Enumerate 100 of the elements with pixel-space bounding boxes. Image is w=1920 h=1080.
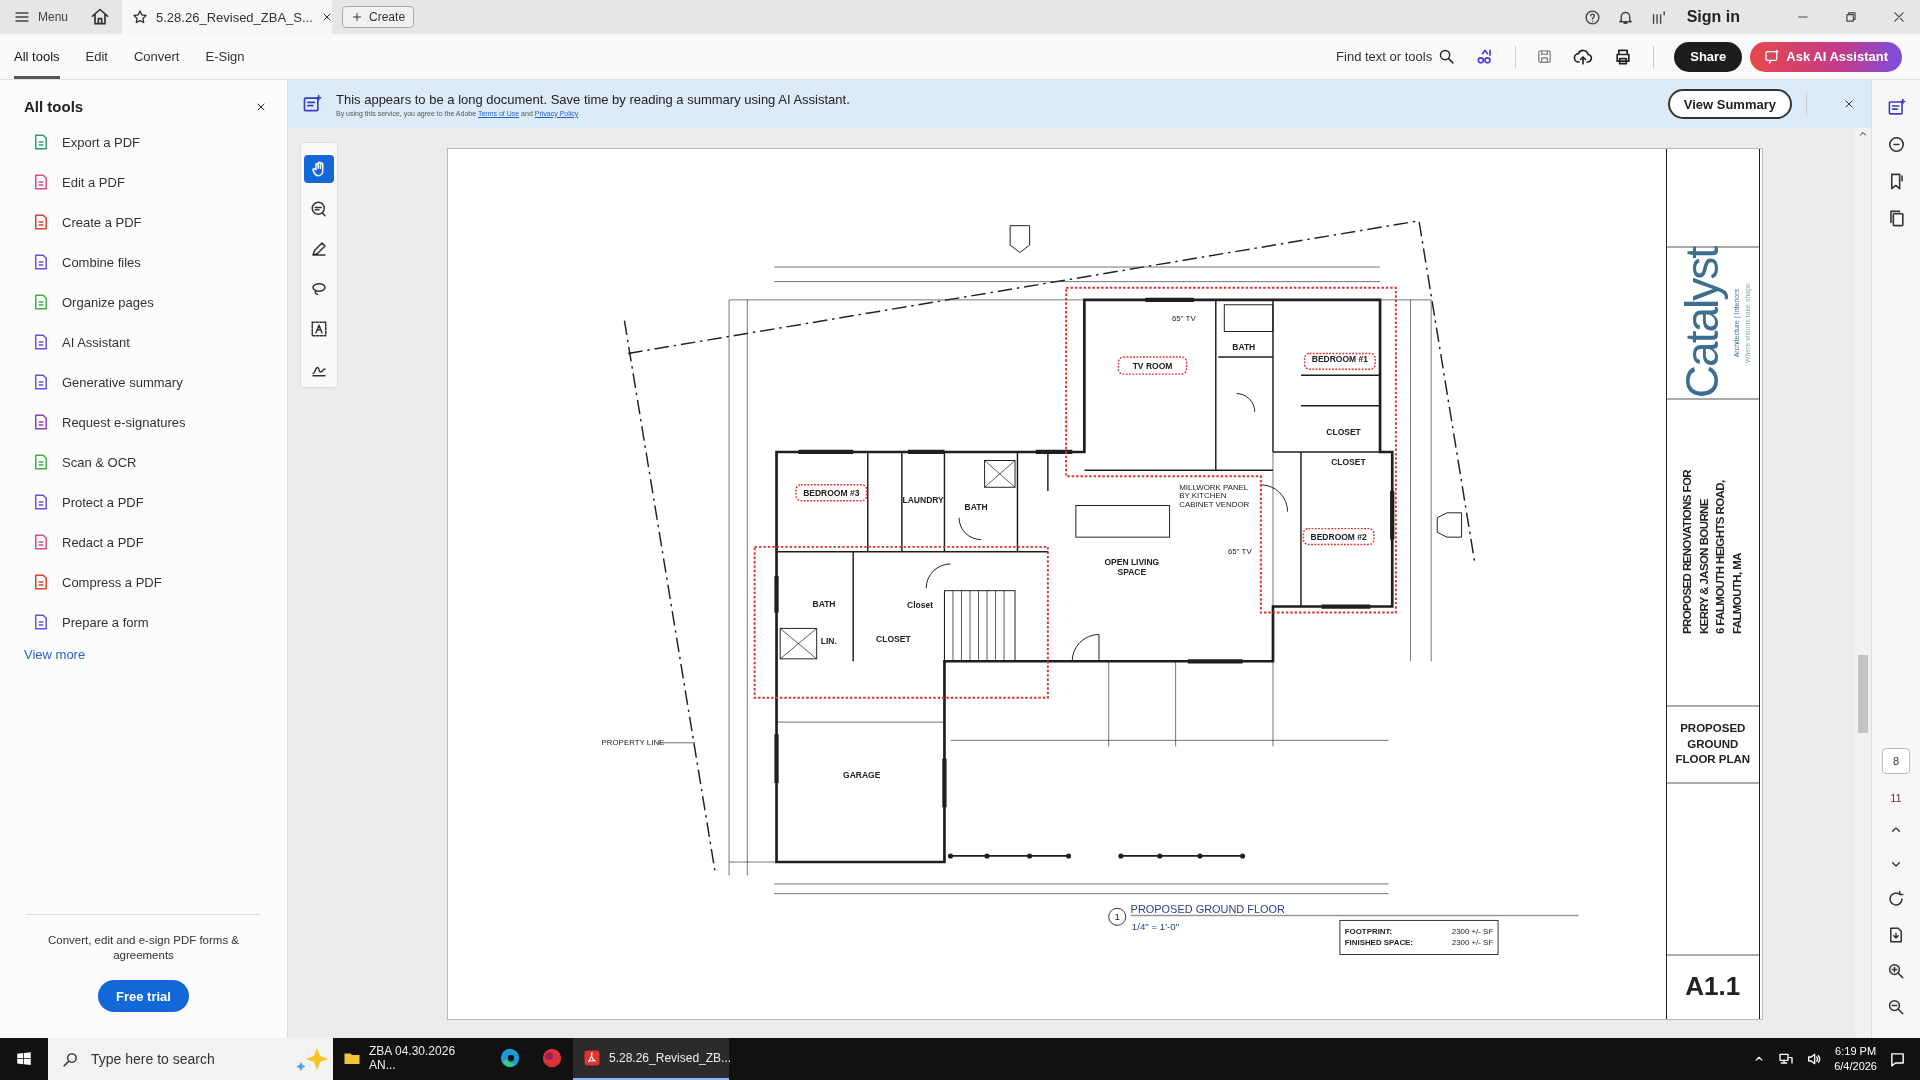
room-label: BATH [812,598,836,609]
tool-item[interactable]: Protect a PDF [32,491,287,513]
browser-icon [499,1047,521,1069]
tool-item[interactable]: Create a PDF [32,211,287,233]
room-label: CLOSET [876,633,911,644]
tool-item[interactable]: Organize pages [32,291,287,313]
close-icon[interactable] [1892,10,1906,24]
pen-tool-icon [310,240,328,258]
area-value: 2300 +/- SF [1451,926,1494,936]
share-button[interactable]: Share [1674,41,1743,72]
area-label: FOOTPRINT: [1344,926,1393,936]
room-label: GARAGE [843,770,881,781]
taskbar-app[interactable]: ZBA 04.30.2026 AN... [333,1038,489,1080]
scrollbar-thumb[interactable] [1858,655,1868,733]
save-icon[interactable] [1536,48,1554,65]
banner-message: This appears to be a long document. Save time by reading a summary using AI Assistant. [336,91,850,107]
leader-line [658,742,696,744]
view-more-link[interactable]: View more [24,647,86,662]
toolbar-tab[interactable]: Edit [85,34,108,79]
room-label: BATH [964,502,988,513]
page-export-icon[interactable] [1887,926,1905,944]
summary-icon[interactable] [1886,98,1906,117]
room-label: TV ROOM [1132,361,1173,372]
tool-item[interactable]: Compress a PDF [32,571,287,593]
star-icon[interactable] [132,9,149,25]
network-icon[interactable] [1778,1051,1795,1067]
sign-in-button[interactable]: Sign in [1686,8,1740,26]
taskbar-search-field[interactable]: Type here to search [48,1038,333,1080]
tool-item[interactable]: Export a PDF [32,131,287,153]
summary-icon [302,94,322,114]
firm-logo: Catalyst [1674,247,1729,399]
document-tab[interactable]: 5.28.26_Revised_ZBA_S... [122,0,333,34]
ai-chat-icon [1764,48,1781,65]
plus-icon[interactable] [351,11,364,23]
close-icon[interactable] [1843,98,1855,110]
plan-note: 65" TV [1172,313,1196,323]
zoom-out-icon[interactable] [1887,998,1905,1016]
taskbar-app[interactable]: 5.28.26_Revised_ZB... [573,1038,729,1080]
text-select-tool-icon [310,320,328,338]
free-trial-button[interactable]: Free trial [98,980,189,1012]
area-label: FINISHED SPACE: [1344,937,1413,947]
drawing-scale: 1/4" = 1'-0" [1131,921,1180,933]
menu-icon[interactable] [14,9,30,25]
ask-ai-button[interactable]: Ask AI Assistant [1750,41,1902,72]
room-label: Closet [907,599,934,610]
lasso-tool-icon [310,280,328,298]
tab-title: 5.28.26_Revised_ZBA_S... [156,9,313,25]
find-label[interactable]: Find text or tools [1336,49,1433,64]
tool-item[interactable]: Combine files [32,251,287,273]
sheet-title: PROPOSED GROUND FLOOR PLAN [1674,721,1752,768]
tool-button[interactable] [304,155,334,183]
rotate-icon[interactable] [1887,890,1905,908]
panel-title: All tools [24,98,84,115]
comment-tool-icon [310,200,328,218]
toolbar-tab[interactable]: Convert [133,34,180,79]
plan-note: MILLWORK PANEL BY KITCHEN CABINET VENDOR [1179,482,1250,510]
sheet-number: A1.1 [1685,970,1741,1002]
tool-item[interactable]: Prepare a form [32,611,287,633]
page-count: 11 [1890,792,1902,804]
app-label: ZBA 04.30.2026 AN... [369,1044,457,1072]
zoom-in-icon[interactable] [1887,962,1905,980]
view-summary-button[interactable]: View Summary [1667,89,1792,119]
plan-note: 65" TV [1227,547,1252,557]
room-label: BATH [1232,341,1256,352]
tool-item[interactable]: Redact a PDF [32,531,287,553]
pdf-app-icon [583,1049,601,1067]
tool-item[interactable]: Generative summary [32,371,287,393]
promo-text: Convert, edit and e-sign PDF forms & agreements [46,932,241,964]
volume-icon[interactable] [1806,1051,1823,1067]
room-label: CLOSET [1326,426,1361,437]
room-label: LAUNDRY [902,495,944,506]
notification-icon[interactable] [1889,1050,1906,1068]
room-label: CLOSET [1331,457,1366,468]
windows-icon[interactable] [15,1050,33,1068]
room-label: LIN. [820,636,837,647]
help-icon[interactable] [1583,8,1601,26]
room-label: BEDROOM #3 [803,487,860,498]
drawing-number-circle [1108,907,1127,926]
room-label: BEDROOM #2 [1310,531,1367,542]
restore-icon[interactable] [1844,10,1858,24]
room-label: BEDROOM #1 [1311,353,1368,364]
app-label: 5.28.26_Revised_ZB... [609,1051,732,1065]
plan-note: PROPERTY LINE [601,738,665,748]
search-icon[interactable] [1438,48,1456,65]
home-icon[interactable] [90,7,111,27]
tool-item[interactable]: Edit a PDF [32,171,287,193]
room-label: OPEN LIVING SPACE [1104,557,1160,577]
search-icon [62,1050,79,1068]
tool-item[interactable]: Request e-signatures [32,411,287,433]
create-button[interactable]: Create [342,6,415,28]
clock-time: 6:19 PM [1834,1044,1877,1059]
menu-button[interactable]: Menu [0,0,79,34]
tool-item[interactable]: Scan & OCR [32,451,287,473]
page-number-field[interactable]: 8 [1882,748,1910,774]
drawing-title: PROPOSED GROUND FLOOR [1130,903,1285,916]
area-value: 2300 +/- SF [1451,937,1494,947]
toolbar-tab[interactable]: E-Sign [205,34,245,79]
drawing-number: 1 [1114,911,1120,923]
project-address: PROPOSED RENOVATIONS FOR KERRY & JASON BOURNE 6 FALMOUTH HEIGHTS ROAD, FALMOUTH, MA [1680,470,1745,635]
tool-item[interactable]: AI Assistant [32,331,287,353]
